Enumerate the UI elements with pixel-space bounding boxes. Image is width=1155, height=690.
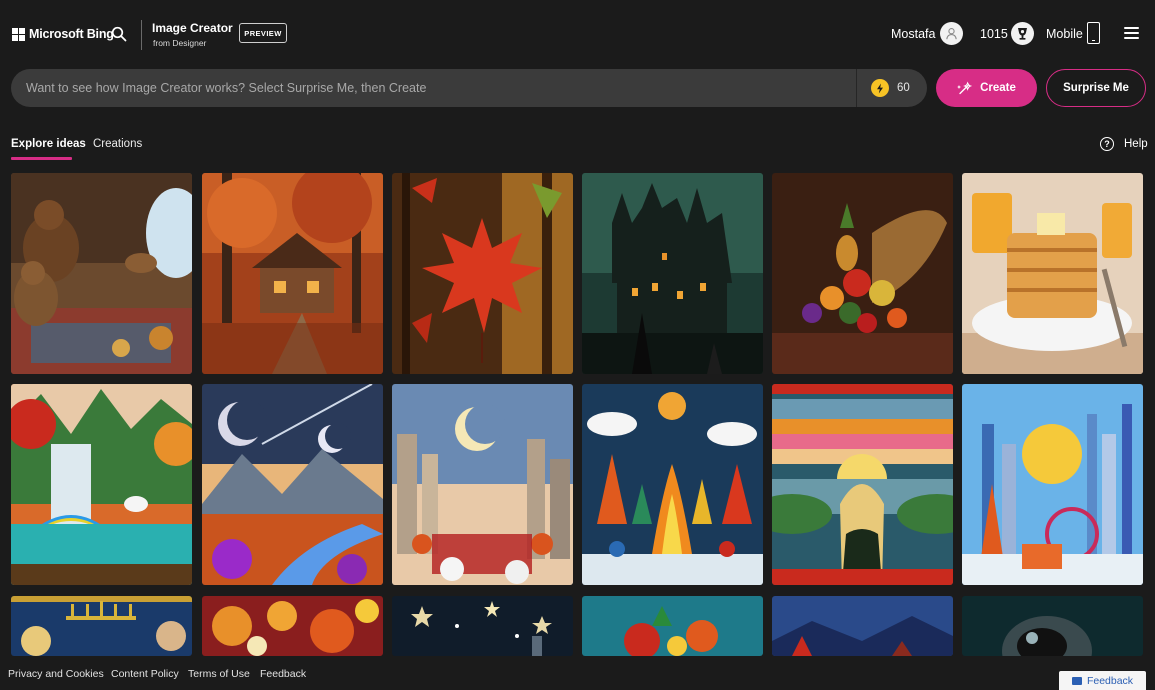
prompt-bar: 60 — [11, 69, 927, 107]
feedback-label: Feedback — [1086, 674, 1134, 687]
rewards-button[interactable] — [1011, 22, 1034, 45]
mobile-icon[interactable] — [1087, 22, 1100, 44]
bing-logo[interactable]: Microsoft Bing — [12, 27, 114, 41]
gallery-image-winter-village[interactable] — [772, 596, 953, 656]
gallery-image-felt-bonfire[interactable] — [582, 384, 763, 585]
rewards-icon — [1018, 28, 1027, 40]
tab-creations[interactable]: Creations — [93, 138, 142, 150]
gallery-image-paper-city[interactable] — [962, 384, 1143, 585]
gallery-image-waterfall-unicorn[interactable] — [11, 384, 192, 585]
gallery-image-robot-helmet[interactable] — [962, 596, 1143, 656]
surprise-me-button[interactable]: Surprise Me — [1046, 69, 1146, 107]
feedback-button[interactable]: Feedback — [1059, 671, 1146, 690]
gallery-image-paper-lanterns[interactable] — [202, 596, 383, 656]
search-icon — [111, 26, 127, 42]
windows-logo-icon — [12, 27, 25, 41]
help-link[interactable]: ? Help — [1100, 137, 1148, 151]
help-icon: ? — [1100, 137, 1114, 151]
gallery-image-autumn-cabin[interactable] — [202, 173, 383, 374]
gallery-image-felt-woman-sunset[interactable] — [772, 384, 953, 585]
user-avatar[interactable] — [940, 22, 963, 45]
create-label: Create — [980, 82, 1016, 94]
create-button[interactable]: Create — [936, 69, 1037, 107]
gallery-image-menorah-art[interactable] — [11, 596, 192, 656]
header-divider — [141, 20, 142, 50]
gallery-image-moon-city[interactable] — [392, 384, 573, 585]
footer-terms-link[interactable]: Terms of Use — [188, 668, 250, 680]
prompt-divider — [856, 69, 857, 107]
gallery-image-bear-den[interactable] — [11, 173, 192, 374]
gallery-image-cornucopia[interactable] — [772, 173, 953, 374]
user-icon — [946, 28, 957, 40]
footer-privacy-link[interactable]: Privacy and Cookies — [8, 668, 104, 680]
help-label: Help — [1124, 138, 1148, 150]
gallery-image-pancakes[interactable] — [962, 173, 1143, 374]
footer: Privacy and Cookies Content Policy Terms… — [0, 656, 1155, 690]
gallery-image-starry-night[interactable] — [392, 596, 573, 656]
gallery-image-festive-toys[interactable] — [582, 596, 763, 656]
product-subtitle: from Designer — [153, 38, 207, 48]
create-icon — [957, 81, 973, 94]
prompt-input[interactable] — [11, 69, 856, 107]
footer-feedback-link[interactable]: Feedback — [260, 668, 306, 680]
user-name[interactable]: Mostafa — [891, 27, 935, 41]
active-tab-indicator — [11, 157, 72, 160]
menu-icon[interactable] — [1124, 27, 1139, 39]
tab-explore-ideas[interactable]: Explore ideas — [11, 138, 86, 150]
mobile-link[interactable]: Mobile — [1046, 27, 1083, 41]
boost-icon — [871, 79, 889, 97]
gallery-image-haunted-castle[interactable] — [582, 173, 763, 374]
search-button[interactable] — [106, 21, 132, 47]
boosts-indicator[interactable]: 60 — [871, 79, 910, 97]
gallery-image-maple-leaf[interactable] — [392, 173, 573, 374]
rewards-points[interactable]: 1015 — [980, 27, 1008, 41]
boosts-count: 60 — [897, 82, 910, 94]
gallery-image-planets-canyon[interactable] — [202, 384, 383, 585]
feedback-icon — [1071, 676, 1082, 685]
footer-content-policy-link[interactable]: Content Policy — [111, 668, 179, 680]
preview-badge: PREVIEW — [239, 23, 287, 43]
brand-name: Microsoft Bing — [29, 27, 114, 41]
product-title[interactable]: Image Creator — [152, 21, 233, 35]
top-header: Microsoft Bing Image Creator from Design… — [0, 0, 1155, 68]
